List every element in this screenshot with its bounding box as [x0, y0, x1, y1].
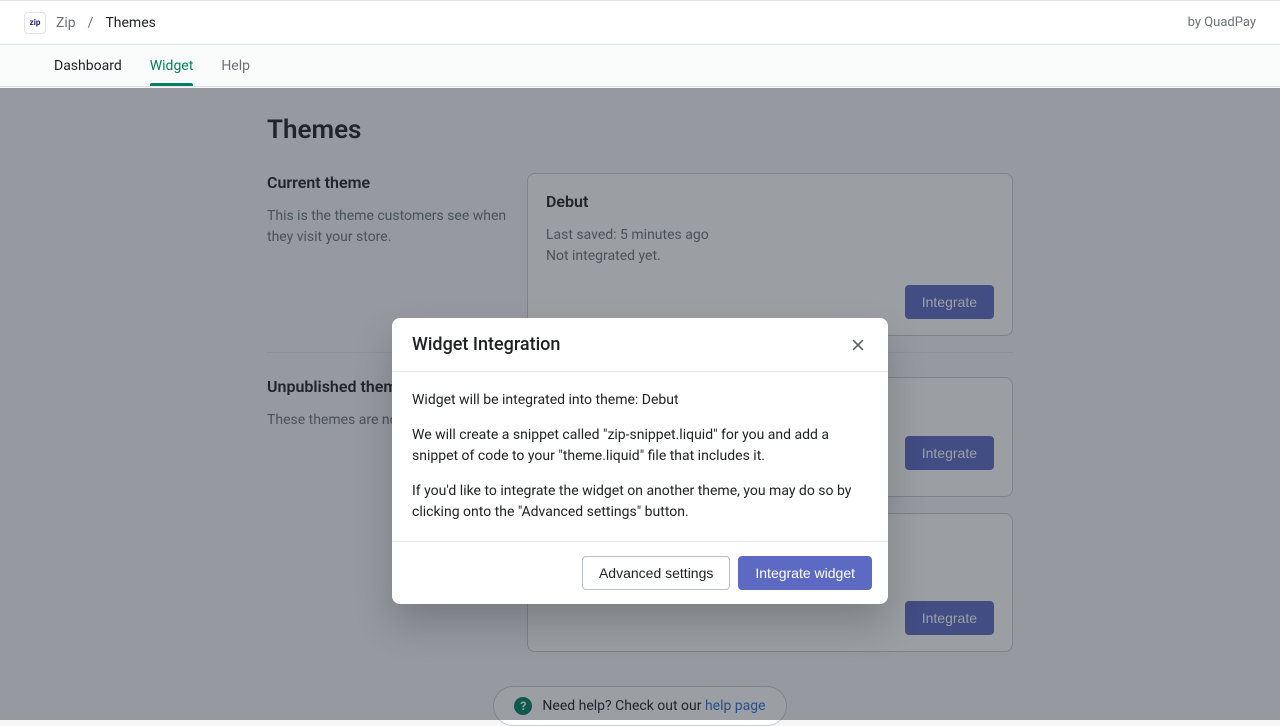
tab-widget[interactable]: Widget — [136, 45, 208, 86]
modal-title: Widget Integration — [412, 334, 560, 355]
tab-dashboard[interactable]: Dashboard — [40, 45, 136, 86]
modal-overlay[interactable]: Widget Integration Widget will be integr… — [0, 88, 1280, 720]
breadcrumb-app[interactable]: Zip — [56, 15, 76, 31]
tabs-bar: Dashboard Widget Help — [0, 45, 1280, 87]
widget-integration-modal: Widget Integration Widget will be integr… — [392, 318, 888, 604]
tab-help[interactable]: Help — [207, 45, 264, 86]
breadcrumb: zip Zip / Themes — [24, 12, 156, 34]
zip-logo: zip — [24, 12, 46, 34]
breadcrumb-page: Themes — [105, 15, 155, 31]
app-header: zip Zip / Themes by QuadPay — [0, 0, 1280, 45]
modal-text-advanced: If you'd like to integrate the widget on… — [412, 481, 868, 523]
close-icon[interactable] — [848, 335, 868, 355]
advanced-settings-button[interactable]: Advanced settings — [582, 556, 730, 590]
modal-text-theme: Widget will be integrated into theme: De… — [412, 390, 868, 411]
by-quadpay-label: by QuadPay — [1188, 15, 1256, 30]
modal-text-snippet: We will create a snippet called "zip-sni… — [412, 425, 868, 467]
breadcrumb-separator: / — [88, 15, 94, 31]
integrate-widget-button[interactable]: Integrate widget — [738, 556, 872, 590]
